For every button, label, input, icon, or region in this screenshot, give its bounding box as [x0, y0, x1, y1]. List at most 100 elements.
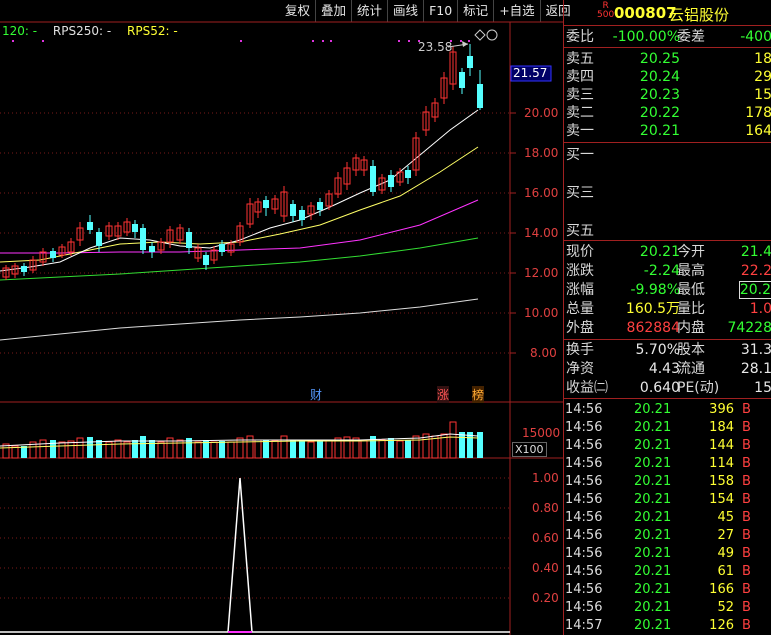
price-tick-12: 12.00 [524, 266, 559, 280]
ind-tick-1: 1.00 [532, 471, 559, 485]
ask-row-5[interactable]: 卖五 20.25 18 [564, 50, 771, 68]
tick-time: 14:56 [565, 546, 603, 561]
tick-time: 14:56 [565, 492, 603, 507]
tick-row: 14:56 20.21 184 B [564, 419, 771, 437]
tick-row: 14:56 20.21 114 B [564, 455, 771, 473]
fund-row-eps: 收益㈡ 0.640 PE(动) 15 [566, 380, 771, 396]
axis-tick-marks [510, 112, 516, 354]
tick-time: 14:56 [565, 564, 603, 579]
tick-qty: 126 [709, 618, 734, 633]
tick-price: 20.21 [634, 438, 672, 453]
volume-tick: 15000 [522, 426, 561, 440]
ma-yellow-line [0, 146, 479, 263]
tick-flag: B [742, 618, 751, 633]
tick-flag: B [742, 582, 751, 597]
tick-time: 14:56 [565, 420, 603, 435]
high-price-label: 23.58 [418, 40, 453, 54]
tick-qty: 184 [709, 420, 734, 435]
ask-row-1[interactable]: 卖一 20.21 164 [564, 122, 771, 140]
tick-qty: 166 [709, 582, 734, 597]
tick-price: 20.21 [634, 456, 672, 471]
kline-chart[interactable] [0, 0, 563, 635]
weibi-row: 委比 -100.00% 委差 -400 [566, 29, 771, 45]
tick-flag: B [742, 564, 751, 579]
rank-badge: R 500 [597, 1, 615, 20]
signal-dots [12, 40, 470, 42]
price-tick-16: 16.00 [524, 186, 559, 200]
price-tick-8: 8.00 [530, 346, 557, 360]
ind-tick-04: 0.40 [532, 561, 559, 575]
tick-flag: B [742, 510, 751, 525]
tick-row: 14:56 20.21 154 B [564, 491, 771, 509]
quote-row-price: 现价 20.21 今开 21.4 [566, 244, 771, 260]
tick-qty: 154 [709, 492, 734, 507]
fund-row-netasset: 净资 4.43 流通 28.1 [566, 361, 771, 377]
tick-time: 14:56 [565, 474, 603, 489]
ranking-marker[interactable]: 榜 [472, 386, 485, 403]
ask-row-4[interactable]: 卖四 20.24 29 [564, 68, 771, 86]
ma-long-line [0, 298, 479, 341]
tick-row: 14:56 20.21 52 B [564, 599, 771, 617]
ind-tick-06: 0.60 [532, 531, 559, 545]
tick-price: 20.21 [634, 402, 672, 417]
tick-price: 20.21 [634, 510, 672, 525]
tick-qty: 45 [717, 510, 734, 525]
tick-time: 14:56 [565, 582, 603, 597]
tick-price: 20.21 [634, 564, 672, 579]
volume-unit: X100 [512, 442, 547, 457]
tick-flag: B [742, 438, 751, 453]
tick-row: 14:56 20.21 158 B [564, 473, 771, 491]
tick-price: 20.21 [634, 600, 672, 615]
ask-row-3[interactable]: 卖三 20.23 15 [564, 86, 771, 104]
tick-price: 20.21 [634, 528, 672, 543]
bid-row-5[interactable]: 买五 [564, 222, 771, 240]
tick-row: 14:56 20.21 45 B [564, 509, 771, 527]
tick-row: 14:56 20.21 144 B [564, 437, 771, 455]
price-tick-18: 18.00 [524, 146, 559, 160]
bid-row-3[interactable]: 买三 [564, 184, 771, 202]
bid-row-1[interactable]: 买一 [564, 146, 771, 164]
tick-flag: B [742, 600, 751, 615]
ind-tick-08: 0.80 [532, 501, 559, 515]
tick-flag: B [742, 456, 751, 471]
tick-price: 20.21 [634, 420, 672, 435]
tick-price: 20.21 [634, 618, 672, 633]
tick-qty: 49 [717, 546, 734, 561]
tick-flag: B [742, 420, 751, 435]
tick-row: 14:57 20.21 126 B [564, 617, 771, 635]
price-tick-14: 14.00 [524, 226, 559, 240]
tick-row: 14:56 20.21 49 B [564, 545, 771, 563]
tick-qty: 158 [709, 474, 734, 489]
ask-row-2[interactable]: 卖二 20.22 178 [564, 104, 771, 122]
tick-flag: B [742, 402, 751, 417]
tick-qty: 27 [717, 528, 734, 543]
indicator-spike-line [0, 477, 510, 633]
fund-row-turnover: 换手 5.70% 股本 31.3 [566, 342, 771, 358]
refresh-icon[interactable] [486, 29, 498, 41]
stock-code: 000807 [614, 4, 677, 22]
price-tick-10: 10.00 [524, 306, 559, 320]
quote-row-change: 涨跌 -2.24 最高 22.2 [566, 263, 771, 279]
tick-price: 20.21 [634, 474, 672, 489]
tick-flag: B [742, 546, 751, 561]
ma-white-line [0, 109, 479, 272]
tick-time: 14:56 [565, 456, 603, 471]
tick-row: 14:56 20.21 166 B [564, 581, 771, 599]
tick-qty: 396 [709, 402, 734, 417]
stock-name: 云铝股份 [669, 6, 730, 24]
tick-price: 20.21 [634, 492, 672, 507]
tick-time: 14:56 [565, 438, 603, 453]
quote-panel: R 500 000807 云铝股份 委比 -100.00% 委差 -400 卖五 … [563, 0, 771, 635]
tick-time: 14:56 [565, 402, 603, 417]
tick-qty: 52 [717, 600, 734, 615]
tick-price: 20.21 [634, 546, 672, 561]
tick-qty: 114 [709, 456, 734, 471]
finance-marker[interactable]: 财 [310, 386, 322, 403]
price-tick-20: 20.00 [524, 106, 559, 120]
tick-flag: B [742, 528, 751, 543]
tick-time: 14:56 [565, 510, 603, 525]
diamond-marker [474, 29, 486, 41]
tick-qty: 144 [709, 438, 734, 453]
quote-row-outer: 外盘 862884 内盘 74228 [566, 320, 771, 336]
limit-up-marker[interactable]: 涨 [437, 386, 450, 403]
